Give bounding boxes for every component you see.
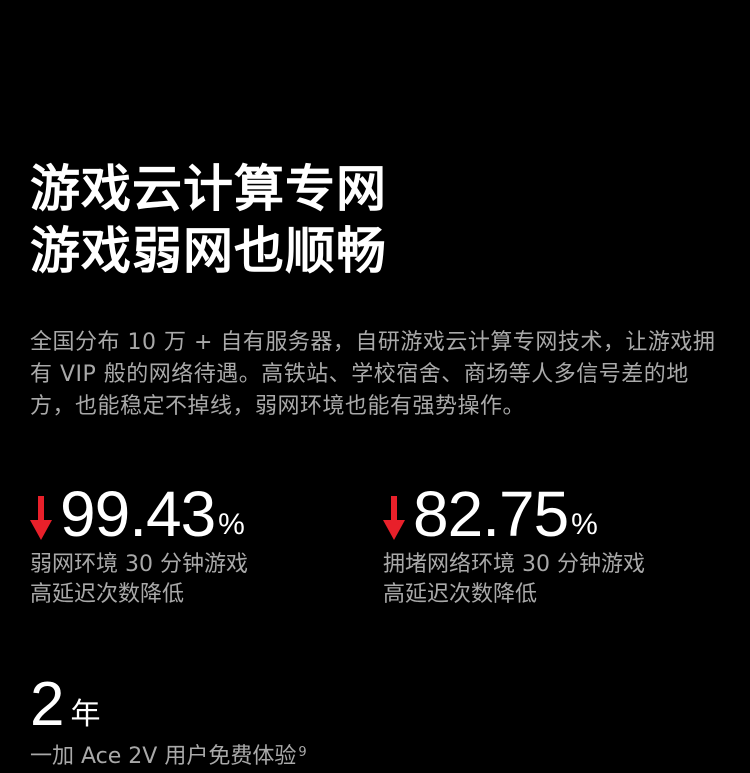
years-caption-text: 一加 Ace 2V 用户免费体验 — [30, 744, 297, 769]
down-arrow-icon — [30, 496, 52, 540]
stat-weak-network: 99.43 % 弱网环境 30 分钟游戏 高延迟次数降低 — [30, 478, 360, 610]
headline-line-2: 游戏弱网也顺畅 — [30, 222, 387, 280]
stat-caption-line-1: 拥堵网络环境 30 分钟游戏 — [383, 552, 645, 577]
stat-caption-line-2: 高延迟次数降低 — [30, 582, 185, 607]
stat-caption: 拥堵网络环境 30 分钟游戏 高延迟次数降低 — [383, 550, 713, 610]
headline-line-1: 游戏云计算专网 — [30, 160, 387, 218]
footnote-marker: 9 — [298, 745, 307, 760]
stat-caption-line-1: 弱网环境 30 分钟游戏 — [30, 552, 248, 577]
years-value: 2 — [30, 670, 65, 739]
down-arrow-icon — [383, 496, 405, 540]
stat-caption-line-2: 高延迟次数降低 — [383, 582, 538, 607]
stat-value: 99.43 — [60, 478, 216, 550]
stat-value: 82.75 — [413, 478, 569, 550]
headline: 游戏云计算专网 游戏弱网也顺畅 — [30, 158, 387, 282]
stat-value-row: 82.75 % — [383, 478, 713, 550]
years-stat: 2 年 — [30, 672, 100, 738]
stat-congested-network: 82.75 % 拥堵网络环境 30 分钟游戏 高延迟次数降低 — [383, 478, 713, 610]
stat-caption: 弱网环境 30 分钟游戏 高延迟次数降低 — [30, 550, 360, 610]
description: 全国分布 10 万 + 自有服务器，自研游戏云计算专网技术，让游戏拥有 VIP … — [30, 330, 716, 419]
stat-unit: % — [571, 508, 598, 541]
years-unit: 年 — [70, 697, 101, 732]
years-caption: 一加 Ace 2V 用户免费体验 9 — [30, 742, 307, 772]
stat-value-row: 99.43 % — [30, 478, 360, 550]
stat-unit: % — [218, 508, 245, 541]
